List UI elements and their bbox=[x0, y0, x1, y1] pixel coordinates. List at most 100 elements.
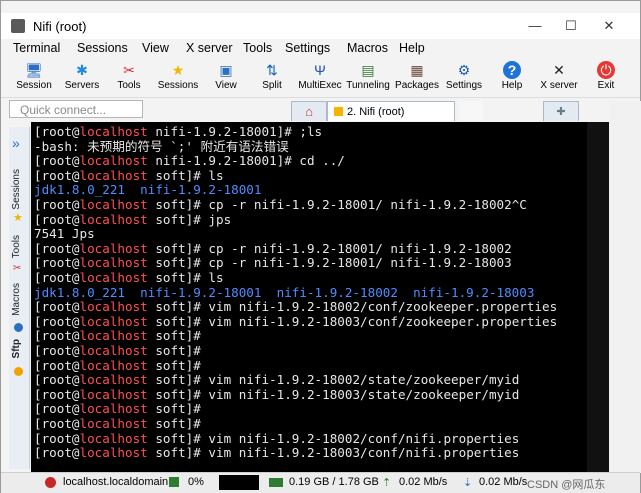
settings-icon: ⚙ bbox=[457, 62, 471, 78]
tab-nifi-root[interactable]: 2. Nifi (root) bbox=[327, 101, 455, 121]
menu-help[interactable]: Help bbox=[399, 41, 425, 55]
toolbar-sessions-button[interactable]: ★ Sessions bbox=[153, 61, 203, 91]
prompt-host: localhost bbox=[79, 357, 148, 373]
prompt-host: localhost bbox=[79, 416, 148, 431]
close-button[interactable]: ✕ bbox=[595, 16, 623, 36]
minimize-button[interactable]: — bbox=[521, 16, 549, 36]
tab-scroll-area bbox=[459, 101, 483, 121]
menu-tools[interactable]: Tools bbox=[243, 41, 272, 55]
toolbar-split-button[interactable]: ⇅ Split bbox=[247, 61, 297, 91]
servers-icon: ✱ bbox=[76, 62, 88, 78]
toolbar-packages-button[interactable]: ▦ Packages bbox=[392, 61, 442, 91]
toolbar-label: Session bbox=[16, 80, 52, 91]
prompt-user: [root@ bbox=[34, 197, 80, 212]
xserver-icon: ✕ bbox=[553, 62, 565, 78]
toolbar-servers-button[interactable]: ✱ Servers bbox=[57, 61, 107, 91]
menu-terminal[interactable]: Terminal bbox=[13, 41, 60, 55]
terminal-line: [root@localhost soft]# jps bbox=[34, 212, 231, 227]
sidebar-tab-tools[interactable]: Tools bbox=[11, 235, 22, 258]
prompt-user: [root@ bbox=[34, 153, 80, 169]
prompt-host: localhost bbox=[79, 343, 148, 358]
toolbar-tunneling-button[interactable]: ▤ Tunneling bbox=[343, 61, 393, 91]
terminal-line: [root@localhost soft]# bbox=[34, 416, 208, 431]
prompt-host: localhost bbox=[79, 124, 148, 139]
terminal-line: jdk1.8.0_221 nifi-1.9.2-18001 bbox=[34, 182, 261, 197]
toolbar-multiexec-button[interactable]: Ψ MultiExec bbox=[295, 61, 345, 91]
maximize-button[interactable]: ☐ bbox=[557, 16, 585, 36]
menu-x-server[interactable]: X server bbox=[186, 41, 233, 55]
tunneling-icon: ▤ bbox=[361, 62, 375, 78]
prompt-user: [root@ bbox=[34, 313, 80, 329]
prompt-host: localhost bbox=[79, 211, 148, 227]
terminal-line: [root@localhost soft]# ls bbox=[34, 270, 224, 285]
prompt-user: [root@ bbox=[34, 430, 80, 446]
toolbar-view-button[interactable]: ▣ View bbox=[201, 61, 251, 91]
status-bar: localhost.localdomain 0% 0.19 GB / 1.78 … bbox=[1, 472, 640, 493]
terminal-line: [root@localhost soft]# vim nifi-1.9.2-18… bbox=[34, 445, 519, 460]
split-icon: ⇅ bbox=[266, 62, 278, 78]
toolbar-label: X server bbox=[540, 80, 578, 91]
prompt-command: soft]# bbox=[147, 357, 209, 373]
status-memory: 0.19 GB / 1.78 GB bbox=[289, 476, 379, 488]
prompt-command: soft]# vim nifi-1.9.2-18003/state/zookee… bbox=[147, 386, 520, 402]
prompt-user: [root@ bbox=[34, 445, 80, 461]
prompt-command: soft]# bbox=[147, 401, 209, 417]
menu-bar: Terminal Sessions View X server Tools Se… bbox=[1, 39, 640, 59]
terminal-line: [root@localhost soft]# cp -r nifi-1.9.2-… bbox=[34, 241, 512, 256]
watermark-text: CSDN @网瓜东 bbox=[527, 479, 606, 491]
menu-sessions[interactable]: Sessions bbox=[77, 41, 128, 55]
status-host: localhost.localdomain bbox=[63, 476, 169, 488]
menu-settings[interactable]: Settings bbox=[285, 41, 330, 55]
cpu-icon bbox=[169, 477, 179, 487]
toolbar-session-button[interactable]: 🖥 Session bbox=[9, 61, 59, 91]
toolbar-label: Help bbox=[501, 80, 523, 91]
toolbar-tools-button[interactable]: ✂ Tools bbox=[104, 61, 154, 91]
title-bar: Nifi (root) — ☐ ✕ bbox=[1, 13, 640, 39]
home-tab-icon[interactable]: ⌂ bbox=[291, 101, 327, 121]
sidebar: » Sessions ★ Tools ✂ Macros Sftp bbox=[9, 127, 30, 469]
prompt-host: localhost bbox=[79, 386, 148, 402]
toolbar: 🖥 Session ✱ Servers ✂ Tools ★ Sessions ▣ View ⇅ Spl… bbox=[1, 59, 640, 98]
terminal-line: [root@localhost nifi-1.9.2-18001]# cd ..… bbox=[34, 153, 345, 168]
cpu-graph bbox=[219, 475, 259, 490]
prompt-command: soft]# vim nifi-1.9.2-18002/conf/zookeep… bbox=[147, 299, 558, 315]
sidebar-tab-macros[interactable]: Macros bbox=[11, 283, 22, 316]
right-margin bbox=[609, 101, 641, 473]
toolbar-label: Servers bbox=[64, 80, 100, 91]
toolbar-help-button[interactable]: ? Help bbox=[487, 61, 537, 91]
prompt-user: [root@ bbox=[34, 343, 80, 358]
prompt-command: soft]# ls bbox=[147, 270, 224, 285]
tools-side-icon: ✂ bbox=[13, 263, 22, 274]
terminal-scroll-region[interactable] bbox=[587, 122, 609, 472]
prompt-user: [root@ bbox=[34, 270, 80, 285]
toolbar-exit-button[interactable]: ⏻ Exit bbox=[581, 61, 631, 91]
sftp-side-icon bbox=[14, 367, 23, 376]
memory-icon bbox=[269, 478, 283, 487]
ls-output: jdk1.8.0_221 nifi-1.9.2-18001 nifi-1.9.2… bbox=[34, 284, 535, 300]
quick-connect-input[interactable]: Quick connect... bbox=[9, 100, 143, 118]
toolbar-label: Split bbox=[262, 80, 282, 91]
toolbar-x-server-button[interactable]: ✕ X server bbox=[534, 61, 584, 91]
prompt-host: localhost bbox=[79, 430, 148, 446]
toolbar-settings-button[interactable]: ⚙ Settings bbox=[439, 61, 489, 91]
status-upload: 0.02 Mb/s bbox=[399, 476, 448, 488]
prompt-user: [root@ bbox=[34, 167, 80, 183]
menu-macros[interactable]: Macros bbox=[347, 41, 388, 55]
sidebar-tab-sftp[interactable]: Sftp bbox=[11, 339, 22, 358]
prompt-user: [root@ bbox=[34, 357, 80, 373]
sidebar-expand-icon[interactable]: » bbox=[12, 135, 20, 151]
terminal-line: [root@localhost soft]# cp -r nifi-1.9.2-… bbox=[34, 197, 527, 212]
command-output: -bash: 未预期的符号 `;' 附近有语法错误 bbox=[34, 138, 289, 154]
tab-label: 2. Nifi (root) bbox=[347, 106, 405, 118]
prompt-user: [root@ bbox=[34, 211, 80, 227]
prompt-user: [root@ bbox=[34, 255, 80, 271]
toolbar-label: Sessions bbox=[157, 80, 199, 91]
sidebar-tab-sessions[interactable]: Sessions bbox=[11, 169, 22, 210]
terminal-area[interactable]: [root@localhost nifi-1.9.2-18001]# ;ls -b… bbox=[31, 122, 587, 472]
toolbar-label: MultiExec bbox=[298, 80, 342, 91]
terminal-line: [root@localhost soft]# bbox=[34, 401, 208, 416]
new-tab-icon[interactable]: ✚ bbox=[543, 101, 579, 121]
menu-view[interactable]: View bbox=[142, 41, 169, 55]
app-icon bbox=[11, 19, 25, 33]
prompt-command: soft]# cp -r nifi-1.9.2-18001/ nifi-1.9.… bbox=[147, 240, 512, 256]
